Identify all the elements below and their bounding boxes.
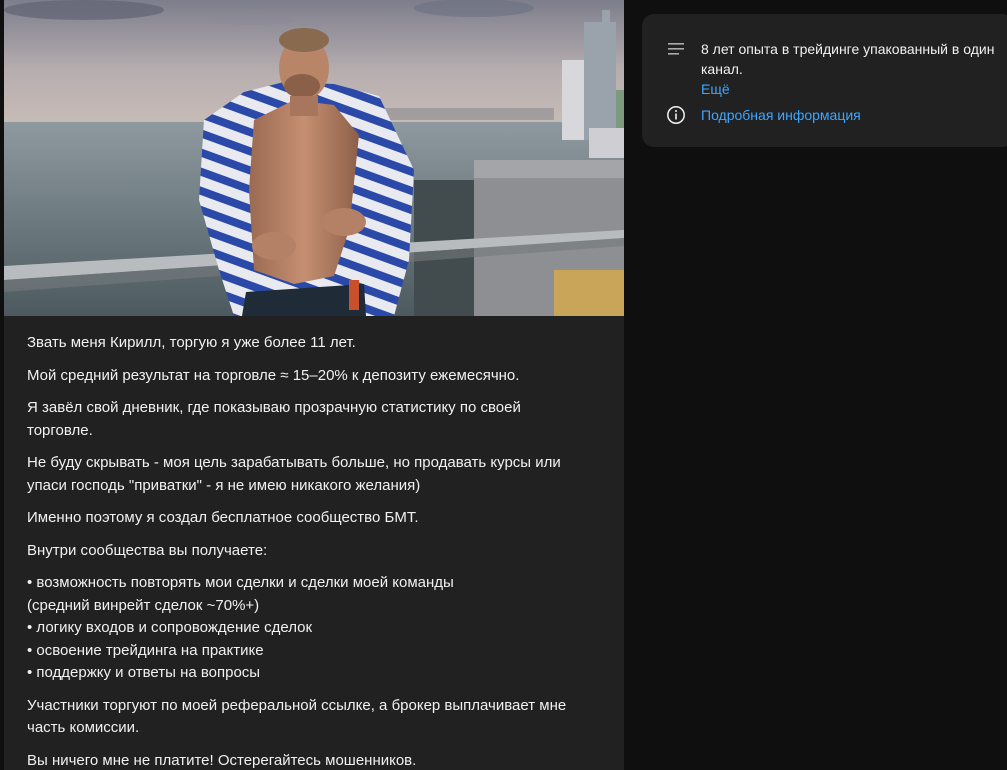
post-paragraph: Участники торгуют по моей реферальной сс… [27,696,567,737]
about-card: 8 лет опыта в трейдинге упакованный в од… [642,14,1007,147]
details-link[interactable]: Подробная информация [701,105,861,125]
info-icon [667,106,685,124]
list-item: • логику входов и сопровождение сделок [27,619,313,636]
post-paragraph: Я завёл свой дневник, где показываю проз… [27,399,521,439]
post-paragraph: Не буду скрывать - моя цель зарабатывать… [27,454,561,494]
list-item: • возможность повторять мои сделки и сде… [27,574,454,614]
list-item: • освоение трейдинга на практике [27,641,264,659]
description-text: 8 лет опыта в трейдинге упакованный в од… [701,41,995,77]
details-row[interactable]: Подробная информация [666,105,861,125]
post-paragraph: Вы ничего мне не платите! Остерегайтесь … [27,751,417,769]
description-lines-icon [668,43,684,55]
post-text: Звать меня Кирилл, торгую я уже более 11… [27,332,612,770]
post-paragraph: Мой средний результат на торговле ≈ 15–2… [27,366,520,384]
channel-description: 8 лет опыта в трейдинге упакованный в од… [701,39,1001,99]
more-link[interactable]: Ещё [701,79,1001,99]
post-paragraph: Звать меня Кирилл, торгую я уже более 11… [27,334,356,351]
list-item: • поддержку и ответы на вопросы [27,664,261,681]
post-card: Звать меня Кирилл, торгую я уже более 11… [4,0,624,770]
benefits-list: • возможность повторять мои сделки и сде… [27,572,612,685]
post-paragraph: Внутри сообщества вы получаете: [27,541,268,559]
post-paragraph: Именно поэтому я создал бесплатное сообщ… [27,509,419,526]
post-photo [4,0,624,316]
description-row: 8 лет опыта в трейдинге упакованный в од… [666,39,1001,99]
